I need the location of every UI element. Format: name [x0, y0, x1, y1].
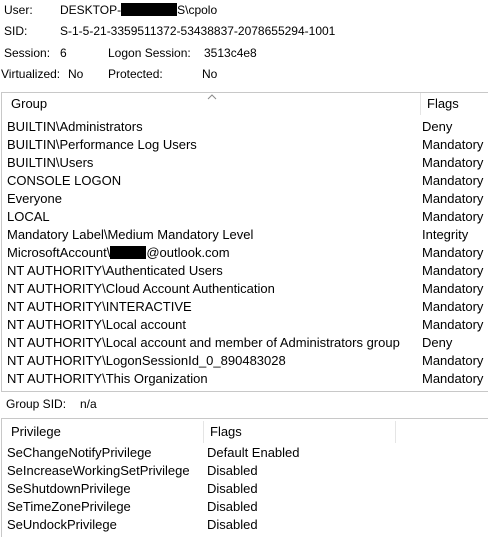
table-row[interactable]: NT AUTHORITY\Cloud Account Authenticatio… — [2, 280, 488, 298]
virtualized-value: No — [68, 67, 84, 81]
column-divider[interactable] — [395, 421, 396, 443]
group-sid-value: n/a — [80, 397, 97, 411]
group-name-cell: NT AUTHORITY\Local account and member of… — [7, 335, 400, 350]
table-row[interactable]: CONSOLE LOGON Mandatory — [2, 172, 488, 190]
group-flags-cell: Mandatory — [422, 191, 484, 206]
group-name-cell: BUILTIN\Performance Log Users — [7, 137, 197, 152]
table-row[interactable]: LOCAL Mandatory — [2, 208, 488, 226]
table-row[interactable]: SeUndockPrivilege Disabled — [2, 516, 488, 534]
table-row[interactable]: SeChangeNotifyPrivilege Default Enabled — [2, 444, 488, 462]
table-row[interactable]: Everyone Mandatory — [2, 190, 488, 208]
group-flags-cell: Mandatory — [422, 353, 484, 368]
group-flags-cell: Mandatory — [422, 155, 484, 170]
protected-label: Protected: — [108, 67, 163, 81]
table-row[interactable]: SeTimeZonePrivilege Disabled — [2, 498, 488, 516]
protected-value: No — [202, 67, 218, 81]
table-row[interactable]: Mandatory Label\Medium Mandatory Level In… — [2, 226, 488, 244]
privilege-name-cell: SeTimeZonePrivilege — [7, 499, 131, 514]
table-row[interactable]: MicrosoftAccount\ @outlook.com Mandatory — [2, 244, 488, 262]
privilege-flags-cell: Disabled — [207, 463, 258, 478]
sid-value: S-1-5-21-3359511372-53438837-2078655294-… — [60, 24, 336, 38]
redaction-box — [110, 246, 147, 259]
session-label: Session: — [4, 46, 51, 60]
table-row[interactable]: NT AUTHORITY\LogonSessionId_0_890483028 M… — [2, 352, 488, 370]
groups-table[interactable]: Group Flags BUILTIN\Administrators Deny BU… — [1, 92, 488, 392]
column-header-privilege-flags[interactable]: Flags — [204, 421, 394, 443]
table-row[interactable]: BUILTIN\Performance Log Users Mandatory — [2, 136, 488, 154]
group-flags-cell: Mandatory — [422, 209, 484, 224]
group-name-cell: CONSOLE LOGON — [7, 173, 122, 188]
group-name-cell: Mandatory Label\Medium Mandatory Level — [7, 227, 254, 242]
privilege-flags-cell: Disabled — [207, 481, 258, 496]
user-label: User: — [4, 3, 33, 17]
group-name-suffix: @outlook.com — [146, 245, 230, 260]
group-name-cell: MicrosoftAccount\ @outlook.com — [7, 244, 419, 262]
group-name-cell: NT AUTHORITY\Cloud Account Authenticatio… — [7, 281, 275, 296]
column-header-privilege[interactable]: Privilege — [5, 421, 201, 443]
logon-session-value: 3513c4e8 — [204, 46, 257, 60]
group-sid-label: Group SID: — [6, 397, 67, 411]
group-flags-cell: Mandatory — [422, 299, 484, 314]
privilege-name-cell: SeIncreaseWorkingSetPrivilege — [7, 463, 190, 478]
group-name-cell: LOCAL — [7, 209, 50, 224]
redaction-box — [121, 3, 178, 16]
group-name-cell: NT AUTHORITY\Authenticated Users — [7, 263, 223, 278]
group-name-cell: NT AUTHORITY\This Organization — [7, 371, 208, 386]
group-name-cell: NT AUTHORITY\INTERACTIVE — [7, 299, 192, 314]
table-row[interactable]: NT AUTHORITY\INTERACTIVE Mandatory — [2, 298, 488, 316]
privilege-name-cell: SeUndockPrivilege — [7, 517, 117, 532]
group-name-cell: BUILTIN\Users — [7, 155, 94, 170]
privilege-flags-cell: Disabled — [207, 517, 258, 532]
user-value-suffix: S\cpolo — [177, 3, 218, 17]
virtualized-label: Virtualized: — [1, 67, 61, 81]
table-row[interactable]: BUILTIN\Administrators Deny — [2, 118, 488, 136]
table-row[interactable]: NT AUTHORITY\Local account Mandatory — [2, 316, 488, 334]
group-flags-cell: Mandatory — [422, 263, 484, 278]
privileges-table-header: Privilege Flags — [2, 421, 488, 443]
group-flags-cell: Mandatory — [422, 317, 484, 332]
group-flags-cell: Deny — [422, 335, 453, 350]
group-flags-cell: Mandatory — [422, 371, 484, 386]
sid-label: SID: — [4, 24, 28, 38]
privileges-table[interactable]: Privilege Flags SeChangeNotifyPrivilege D… — [1, 418, 488, 537]
group-name-cell: Everyone — [7, 191, 62, 206]
table-row[interactable]: BUILTIN\Users Mandatory — [2, 154, 488, 172]
logon-session-label: Logon Session: — [108, 46, 191, 60]
table-row[interactable]: NT AUTHORITY\Authenticated Users Mandator… — [2, 262, 488, 280]
group-flags-cell: Mandatory — [422, 137, 484, 152]
user-value: DESKTOP- S\cpolo — [60, 3, 217, 17]
table-row[interactable]: SeShutdownPrivilege Disabled — [2, 480, 488, 498]
group-flags-cell: Deny — [422, 119, 453, 134]
user-value-prefix: DESKTOP- — [60, 3, 122, 17]
column-header-group[interactable]: Group — [5, 93, 415, 115]
group-name-cell: NT AUTHORITY\Local account — [7, 317, 186, 332]
privilege-name-cell: SeChangeNotifyPrivilege — [7, 445, 152, 460]
group-name-cell: BUILTIN\Administrators — [7, 119, 143, 134]
group-flags-cell: Mandatory — [422, 281, 484, 296]
table-row[interactable]: SeIncreaseWorkingSetPrivilege Disabled — [2, 462, 488, 480]
group-flags-cell: Mandatory — [422, 245, 484, 260]
group-name-prefix: MicrosoftAccount\ — [7, 245, 111, 260]
table-row[interactable]: NT AUTHORITY\This Organization Mandatory — [2, 370, 488, 388]
group-name-cell: NT AUTHORITY\LogonSessionId_0_890483028 — [7, 353, 286, 368]
groups-table-header: Group Flags — [2, 93, 488, 115]
privilege-flags-cell: Default Enabled — [207, 445, 300, 460]
group-flags-cell: Mandatory — [422, 173, 484, 188]
session-value: 6 — [60, 46, 67, 60]
privilege-flags-cell: Disabled — [207, 499, 258, 514]
privilege-name-cell: SeShutdownPrivilege — [7, 481, 131, 496]
table-row[interactable]: NT AUTHORITY\Local account and member of… — [2, 334, 488, 352]
group-flags-cell: Integrity — [422, 227, 469, 242]
column-header-flags[interactable]: Flags — [421, 93, 488, 115]
